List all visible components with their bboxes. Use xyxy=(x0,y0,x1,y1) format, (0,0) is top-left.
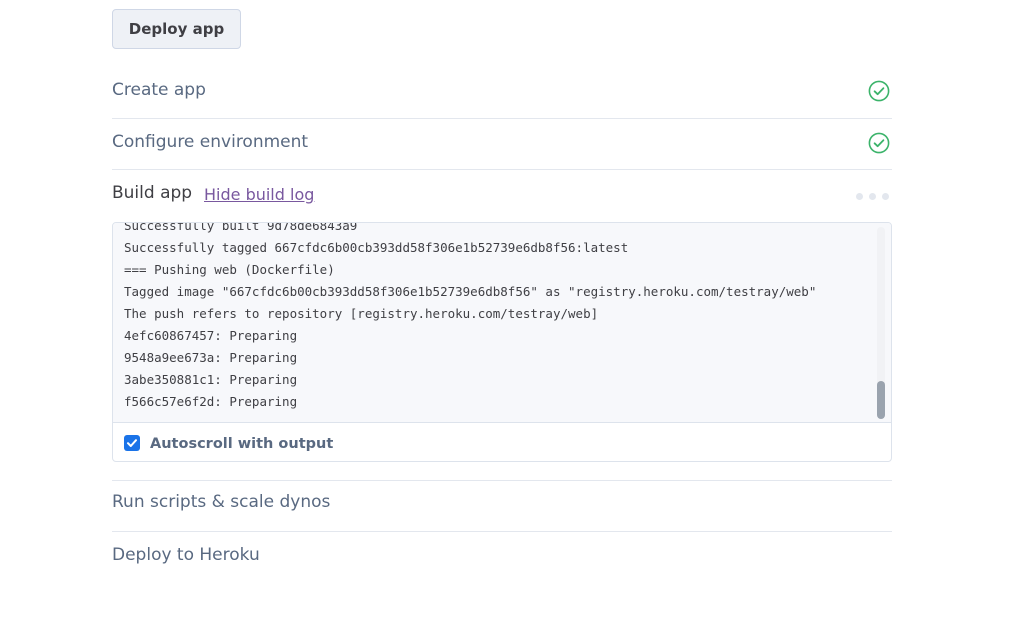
build-log-output[interactable]: Successfully built 9d78de6843a9 Successfu… xyxy=(113,223,891,423)
step-deploy-to-heroku: Deploy to Heroku xyxy=(112,531,892,583)
step-configure-environment: Configure environment xyxy=(112,118,892,170)
log-line: Successfully tagged 667cfdc6b00cb393dd58… xyxy=(124,240,629,255)
log-scrollbar-thumb[interactable] xyxy=(877,381,885,419)
log-line: === Pushing web (Dockerfile) xyxy=(124,262,335,277)
autoscroll-checkbox[interactable] xyxy=(124,435,140,451)
log-line: 4efc60867457: Preparing xyxy=(124,328,298,343)
autoscroll-label: Autoscroll with output xyxy=(150,436,334,452)
step-run-scripts: Run scripts & scale dynos xyxy=(112,478,892,530)
step-build-app: Build app Hide build log xyxy=(112,169,892,221)
step-label: Run scripts & scale dynos xyxy=(112,492,331,512)
log-line: f566c57e6f2d: Preparing xyxy=(124,394,298,409)
checkmark-icon xyxy=(127,439,137,447)
hide-build-log-link[interactable]: Hide build log xyxy=(204,185,314,204)
deploy-app-button[interactable]: Deploy app xyxy=(112,9,241,49)
log-line: Tagged image "667cfdc6b00cb393dd58f306e1… xyxy=(124,284,817,299)
build-log-panel: Successfully built 9d78de6843a9 Successfu… xyxy=(112,222,892,462)
step-label: Create app xyxy=(112,80,206,100)
log-line: 3abe350881c1: Preparing xyxy=(124,372,298,387)
loading-dots-icon xyxy=(856,193,890,200)
log-scrollbar[interactable] xyxy=(877,227,885,419)
step-create-app: Create app xyxy=(112,66,892,118)
check-circle-icon xyxy=(868,80,890,102)
log-line: The push refers to repository [registry.… xyxy=(124,306,599,321)
step-label: Deploy to Heroku xyxy=(112,545,260,565)
check-circle-icon xyxy=(868,132,890,154)
log-line: 9548a9ee673a: Preparing xyxy=(124,350,298,365)
build-log-lines: Successfully built 9d78de6843a9 Successfu… xyxy=(124,223,816,413)
step-label: Build app xyxy=(112,183,193,203)
log-line: Successfully built 9d78de6843a9 xyxy=(124,223,358,233)
step-label: Configure environment xyxy=(112,132,309,152)
